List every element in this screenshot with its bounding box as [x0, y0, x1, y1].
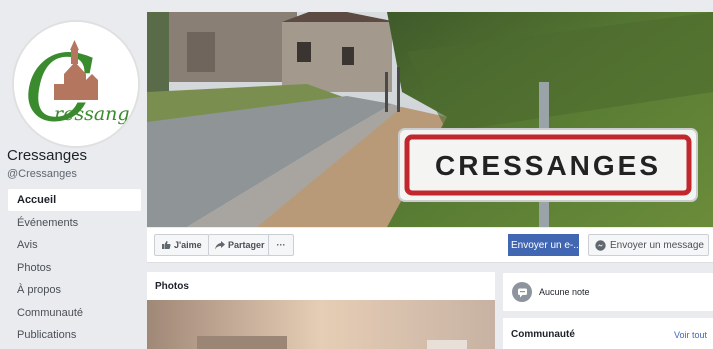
nav-item-publications[interactable]: Publications: [8, 324, 141, 346]
nav-item-avis[interactable]: Avis: [8, 234, 141, 256]
more-options-button[interactable]: ···: [268, 234, 294, 256]
review-icon: [512, 282, 532, 302]
cover-photo-scene: CRESSANGES: [147, 12, 713, 227]
page-nav: Accueil Événements Avis Photos À propos …: [8, 189, 141, 347]
nav-item-communaute[interactable]: Communauté: [8, 302, 141, 324]
page-handle[interactable]: @Cressanges: [7, 168, 77, 180]
community-card: Communauté Voir tout: [503, 318, 713, 349]
like-label: J'aime: [174, 240, 202, 250]
page-profile-picture[interactable]: C ressanges: [12, 20, 140, 148]
thumbs-up-icon: [162, 241, 171, 249]
top-frame: [0, 0, 713, 8]
cover-photo[interactable]: CRESSANGES: [147, 12, 713, 227]
village-logo-icon: C ressanges: [14, 22, 138, 146]
more-dots-icon: ···: [276, 240, 286, 250]
community-card-title: Communauté: [511, 329, 575, 340]
see-all-link[interactable]: Voir tout: [674, 330, 707, 340]
photos-card-title[interactable]: Photos: [155, 281, 189, 292]
nav-item-a-propos[interactable]: À propos: [8, 279, 141, 301]
share-arrow-icon: [215, 241, 225, 250]
photo-thumbnail-image: [147, 300, 495, 349]
photos-card: Photos: [147, 272, 495, 349]
nav-item-evenements[interactable]: Événements: [8, 212, 141, 234]
page-name[interactable]: Cressanges: [7, 147, 87, 164]
like-button[interactable]: J'aime: [154, 234, 209, 256]
cover-sign-text: CRESSANGES: [435, 150, 661, 181]
rating-status: Aucune note: [539, 287, 590, 297]
nav-item-photos[interactable]: Photos: [8, 257, 141, 279]
share-label: Partager: [228, 240, 265, 250]
share-button[interactable]: Partager: [208, 234, 272, 256]
send-message-label: Envoyer un message: [610, 239, 704, 251]
rating-card: Aucune note: [503, 273, 713, 311]
send-email-button[interactable]: Envoyer un e-...: [508, 234, 579, 256]
photo-thumbnail[interactable]: [147, 300, 495, 349]
logo-text: ressanges: [54, 103, 138, 125]
send-message-button[interactable]: Envoyer un message: [588, 234, 709, 256]
messenger-icon: [595, 239, 606, 251]
nav-item-accueil[interactable]: Accueil: [8, 189, 141, 211]
page-action-bar: J'aime Partager ··· Envoyer un e-... Env…: [147, 228, 713, 263]
